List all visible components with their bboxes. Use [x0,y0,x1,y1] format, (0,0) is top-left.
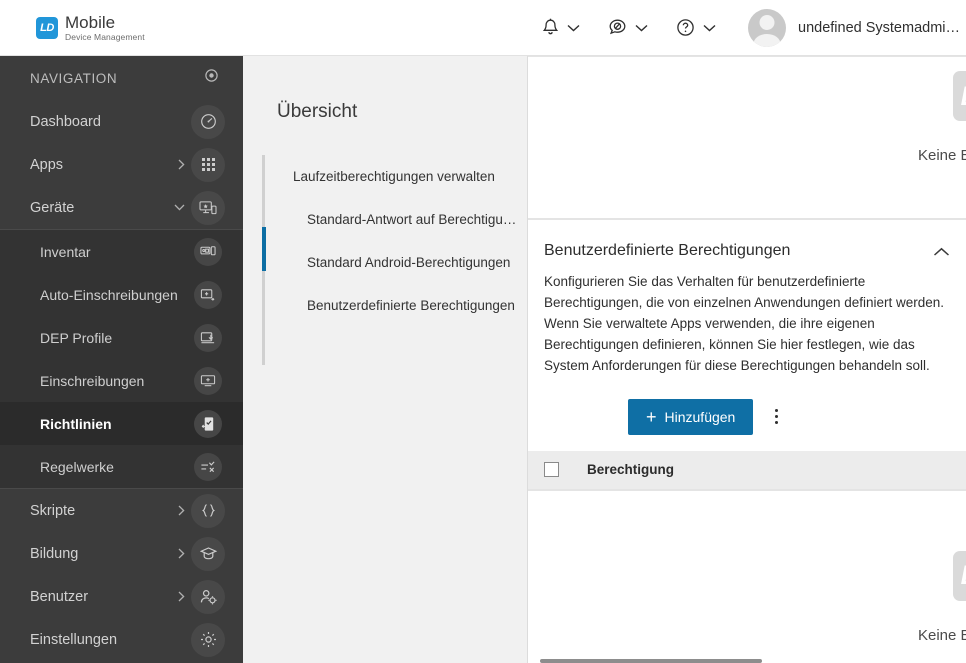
table-header-row: Berechtigung [528,450,966,489]
devices-star-icon [191,190,225,225]
enroll-plus-icon [194,366,222,395]
header-actions: undefined Systemadmi… [528,0,966,56]
sidebar-item-dashboard[interactable]: Dashboard [0,100,243,143]
sidebar-item-label: Inventar [40,243,91,260]
chat-slash-icon [608,18,627,37]
chevron-down-icon [174,204,185,211]
empty-state-top: LD Keine Einträge ge [918,71,966,164]
empty-state-text: Keine Einträge ge [918,147,966,164]
chevron-right-icon [178,505,185,516]
brand-subtitle: Device Management [65,31,145,42]
sidebar-item-label: Geräte [30,199,75,216]
avatar [748,8,786,47]
toc-list: Laufzeitberechtigungen verwalten Standar… [243,155,527,365]
kebab-menu-icon[interactable] [767,409,785,425]
messages-menu[interactable] [594,0,662,56]
chevron-right-icon [178,159,185,170]
sidebar-item-label: DEP Profile [40,329,113,346]
top-empty-card: LD Keine Einträge ge [528,56,966,219]
section-description: Konfigurieren Sie das Verhalten für benu… [544,274,945,373]
empty-state-bottom: LD Keine Einträge ge [918,550,966,644]
toc-panel: Übersicht Laufzeitberechtigungen verwalt… [243,56,528,663]
ld-watermark-icon: LD [952,550,966,601]
sidebar-item-label: Skripte [30,502,76,519]
inventory-device-icon [194,237,222,266]
select-all-checkbox[interactable] [544,462,559,478]
chevron-down-icon [567,19,580,37]
page-title: Übersicht [277,101,358,122]
chevron-up-icon[interactable] [933,242,950,262]
empty-state-text: Keine Einträge ge [918,626,966,644]
add-button-label: Hinzufügen [664,408,736,425]
sidebar-item-label: Einschreibungen [40,372,145,389]
sidebar-item-dep-profile[interactable]: DEP Profile [0,316,243,359]
user-menu[interactable]: undefined Systemadmi… [730,0,966,56]
add-button[interactable]: + Hinzufügen [628,398,754,435]
sidebar-item-bildung[interactable]: Bildung [0,532,243,575]
sidebar-item-benutzer[interactable]: Benutzer [0,575,243,618]
sidebar-item-regelwerke[interactable]: Regelwerke [0,445,243,488]
section-actions: + Hinzufügen [528,377,966,451]
sidebar-item-apps[interactable]: Apps [0,143,243,186]
sidebar-item-einschreibungen[interactable]: Einschreibungen [0,359,243,402]
target-dot-icon[interactable] [205,69,218,87]
sidebar-section-header: NAVIGATION [0,56,243,100]
question-mark-icon [676,18,695,37]
sidebar: NAVIGATION Dashboard Apps Geräte Inventa… [0,56,243,663]
toc-item-standard-antwort[interactable]: Standard-Antwort auf Berechtigu… [243,198,527,241]
gear-icon [191,622,225,657]
sidebar-item-label: Benutzer [30,588,89,605]
ld-logo-icon: LD [36,16,58,39]
grid-apps-icon [191,147,225,182]
section-title: Benutzerdefinierte Berechtigungen [544,242,791,259]
brand-logo[interactable]: LD Mobile Device Management [36,14,145,42]
braces-icon [191,493,225,528]
sidebar-item-label: Apps [30,156,64,173]
policy-check-icon [194,409,222,438]
sidebar-section-label: NAVIGATION [30,70,118,86]
sidebar-item-label: Auto-Einschreibungen [40,286,178,303]
toc-item-laufzeitberechtigungen[interactable]: Laufzeitberechtigungen verwalten [243,155,527,198]
sidebar-item-skripte[interactable]: Skripte [0,489,243,532]
sidebar-item-label: Dashboard [30,113,101,130]
sidebar-item-auto-einschreibungen[interactable]: Auto-Einschreibungen [0,273,243,316]
user-name-label: undefined Systemadmi… [798,19,960,36]
column-header-berechtigung[interactable]: Berechtigung [587,462,674,477]
horizontal-scrollbar[interactable] [540,658,762,663]
section-header: Benutzerdefinierte Berechtigungen [528,242,966,262]
graduation-cap-icon [191,536,225,571]
main-content: LD Keine Einträge ge Benutzerdefinierte … [528,56,966,663]
sidebar-item-einstellungen[interactable]: Einstellungen [0,618,243,661]
notifications-menu[interactable] [528,0,594,56]
chevron-right-icon [178,591,185,602]
rules-x-icon [194,452,222,481]
auto-enroll-icon [194,280,222,309]
chevron-right-icon [178,548,185,559]
help-menu[interactable] [662,0,730,56]
chevron-down-icon [703,19,716,37]
plus-icon: + [646,406,657,427]
chevron-down-icon [635,19,648,37]
bell-icon [542,18,559,37]
sidebar-item-richtlinien[interactable]: Richtlinien [0,402,243,445]
sidebar-item-label: Regelwerke [40,458,114,475]
sidebar-item-label: Richtlinien [40,415,112,432]
custom-permissions-section: Benutzerdefinierte Berechtigungen Konfig… [528,219,966,490]
speedometer-icon [191,104,225,139]
brand-text: Mobile Device Management [65,14,145,42]
bottom-empty-card: LD Keine Einträge ge [528,489,966,663]
sidebar-item-inventar[interactable]: Inventar [0,230,243,273]
sidebar-item-geraete[interactable]: Geräte [0,186,243,229]
sidebar-item-label: Bildung [30,545,79,562]
ld-watermark-icon: LD [952,71,966,121]
toc-active-indicator [262,227,266,271]
sidebar-item-label: Einstellungen [30,631,118,648]
dep-download-icon [194,323,222,352]
toc-item-standard-android[interactable]: Standard Android-Berechtigungen [243,241,527,284]
brand-title: Mobile [65,12,116,32]
toc-item-benutzerdefinierte[interactable]: Benutzerdefinierte Berechtigungen [243,284,527,327]
user-gear-icon [191,579,225,614]
sidebar-subgroup-geraete: Inventar Auto-Einschreibungen DEP Profil… [0,230,243,488]
app-header: LD Mobile Device Management undefined Sy… [0,0,966,56]
